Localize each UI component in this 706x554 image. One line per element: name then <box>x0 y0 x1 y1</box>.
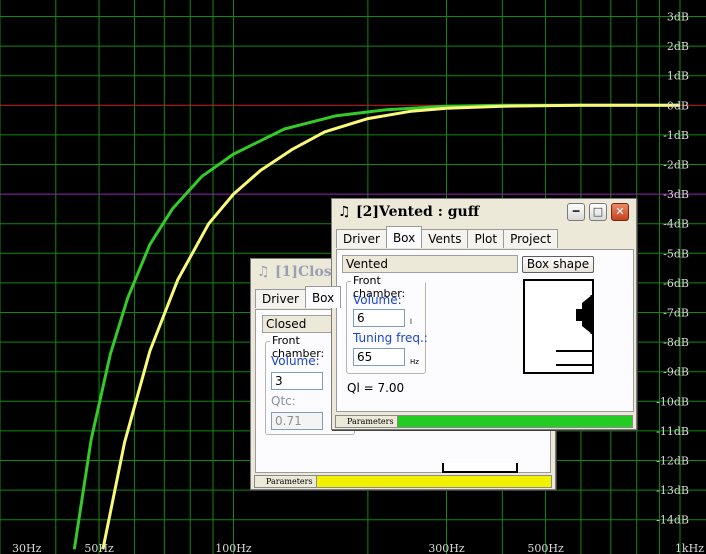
vented-box-diagram <box>556 295 594 366</box>
vented-window-titlebar[interactable]: ♫ [2]Vented : guff ━ □ ✕ <box>332 199 636 225</box>
closed-volume-label: Volume: <box>271 354 320 368</box>
y-tick-label: -3dB <box>663 188 689 201</box>
vented-box-panel: Vented Box shape Front chamber: Volume: … <box>336 249 634 412</box>
vented-progress-bar <box>398 416 632 427</box>
y-tick-label: -9dB <box>663 366 689 379</box>
y-tick-label: -5dB <box>663 247 689 260</box>
y-tick-label: 0dB <box>667 99 689 112</box>
tab-driver[interactable]: Driver <box>255 289 306 308</box>
y-tick-label: 1dB <box>667 70 689 83</box>
speaker-app-icon: ♫ <box>257 264 270 280</box>
tab-box[interactable]: Box <box>304 286 342 308</box>
y-tick-label: 2dB <box>667 40 689 53</box>
tuning-freq-input[interactable]: 65 <box>353 348 405 366</box>
closed-window-tabs: Driver Box <box>255 286 342 309</box>
closed-volume-input[interactable]: 3 <box>271 372 323 390</box>
minimize-button[interactable]: ━ <box>567 203 585 221</box>
y-tick-label: -10dB <box>656 395 689 408</box>
vented-status-label: Parameters <box>336 416 398 427</box>
y-tick-label: -14dB <box>656 514 689 527</box>
vented-box-window[interactable]: ♫ [2]Vented : guff ━ □ ✕ Driver Box Vent… <box>331 198 637 430</box>
vented-window-tabs: Driver Box Vents Plot Project <box>336 226 559 249</box>
x-tick-label: 50Hz <box>84 542 114 554</box>
y-tick-label: -6dB <box>663 277 689 290</box>
tuning-freq-unit: Hz <box>410 358 419 366</box>
y-tick-label: -7dB <box>663 307 689 320</box>
ql-readout: Ql = 7.00 <box>347 381 405 395</box>
y-tick-label: 3dB <box>667 11 689 24</box>
volume-unit: l <box>410 318 412 326</box>
y-tick-label: -4dB <box>663 218 689 231</box>
box-shape-button[interactable]: Box shape <box>522 256 594 273</box>
x-tick-label: 500Hz <box>527 542 564 554</box>
closed-qtc-label: Qtc: <box>271 394 296 408</box>
vented-volume-input[interactable]: 6 <box>353 309 405 327</box>
speaker-app-icon: ♫ <box>338 204 351 220</box>
vented-volume-label: Volume: <box>353 293 402 307</box>
tab-plot[interactable]: Plot <box>467 229 505 248</box>
y-tick-label: -1dB <box>663 129 689 142</box>
y-tick-label: -11dB <box>656 425 689 438</box>
closed-progress-bar <box>317 476 551 487</box>
x-tick-label: 1kHz <box>675 542 704 554</box>
vented-box-type-field: Vented <box>342 255 518 273</box>
tab-driver[interactable]: Driver <box>336 229 387 248</box>
tuning-freq-label: Tuning freq.: <box>353 331 428 345</box>
closed-status-label: Parameters <box>255 476 317 487</box>
closed-qtc-field: 0.71 <box>271 412 323 430</box>
box-shape-preview <box>523 279 594 374</box>
y-tick-label: -8dB <box>663 336 689 349</box>
closed-status-bar: Parameters <box>254 475 552 488</box>
vented-window-title: [2]Vented : guff <box>356 204 480 220</box>
y-tick-label: -13dB <box>656 484 689 497</box>
vented-status-bar: Parameters <box>335 415 633 428</box>
x-tick-label: 30Hz <box>12 542 42 554</box>
vented-front-chamber-group: Front chamber: Volume: 6 l Tuning freq.:… <box>346 274 428 374</box>
x-tick-label: 300Hz <box>428 542 465 554</box>
y-tick-label: -2dB <box>663 159 689 172</box>
maximize-button[interactable]: □ <box>589 203 607 221</box>
close-button[interactable]: ✕ <box>611 203 629 221</box>
tab-project[interactable]: Project <box>503 229 559 248</box>
closed-box-shape-preview <box>442 463 518 473</box>
y-tick-label: -12dB <box>656 455 689 468</box>
tab-vents[interactable]: Vents <box>421 229 469 248</box>
tab-box[interactable]: Box <box>385 226 423 248</box>
x-tick-label: 100Hz <box>215 542 252 554</box>
